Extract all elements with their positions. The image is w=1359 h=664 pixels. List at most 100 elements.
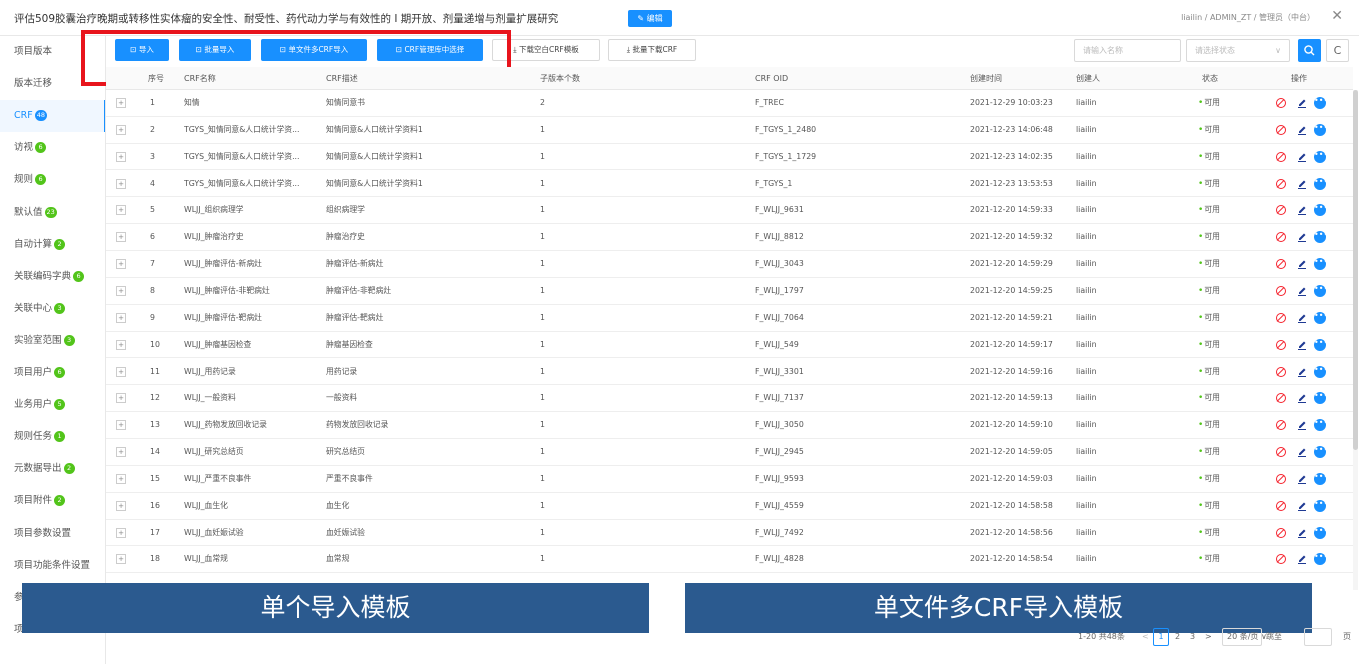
table-row[interactable]: +18 WLJJ_血常规 血常规 1 F_WLJJ_4828 2021-12-20 14:…: [106, 546, 1353, 574]
sidebar-item-2[interactable]: CRF 48: [0, 100, 105, 133]
disable-icon[interactable]: [1276, 285, 1286, 296]
prev-page-button[interactable]: <: [1142, 628, 1149, 646]
more-icon[interactable]: •••: [1314, 311, 1328, 324]
scrollbar-thumb[interactable]: [1353, 90, 1358, 450]
more-icon[interactable]: •••: [1314, 472, 1328, 485]
more-icon[interactable]: •••: [1314, 284, 1328, 297]
sidebar-item-9[interactable]: 实验室范围 3: [0, 325, 105, 357]
expand-row-icon[interactable]: +: [116, 178, 126, 189]
sidebar-item-14[interactable]: 项目附件 2: [0, 485, 105, 517]
edit-icon[interactable]: [1296, 366, 1308, 378]
expand-row-icon[interactable]: +: [116, 151, 126, 162]
table-row[interactable]: +1 知情 知情同意书 2 F_TREC 2021-12-29 10:03:23 liail…: [106, 90, 1353, 117]
table-row[interactable]: +10 WLJJ_肿瘤基因检查 肿瘤基因检查 1 F_WLJJ_549 2021-12-2…: [106, 332, 1353, 359]
more-icon[interactable]: •••: [1314, 365, 1328, 378]
more-icon[interactable]: •••: [1314, 338, 1328, 351]
edit-icon[interactable]: [1296, 553, 1308, 565]
close-icon[interactable]: ✕: [1331, 8, 1343, 24]
page-3-button[interactable]: 3: [1190, 628, 1195, 646]
refresh-button[interactable]: C: [1326, 39, 1349, 62]
disable-icon[interactable]: [1276, 473, 1286, 484]
edit-icon[interactable]: [1296, 312, 1308, 324]
more-icon[interactable]: •••: [1314, 392, 1328, 405]
table-row[interactable]: +3 TGYS_知情同意&人口统计学资... 知情同意&人口统计学资料1 1 F_TGY…: [106, 144, 1353, 171]
disable-icon[interactable]: [1276, 124, 1286, 135]
sidebar-item-11[interactable]: 业务用户 5: [0, 389, 105, 421]
disable-icon[interactable]: [1276, 98, 1286, 108]
disable-icon[interactable]: [1276, 205, 1286, 216]
edit-project-button[interactable]: ✎ 编辑: [628, 10, 672, 27]
expand-row-icon[interactable]: +: [116, 473, 126, 484]
edit-icon[interactable]: [1296, 151, 1308, 163]
disable-icon[interactable]: [1276, 500, 1286, 511]
expand-row-icon[interactable]: +: [116, 420, 126, 431]
expand-row-icon[interactable]: +: [116, 259, 126, 270]
table-row[interactable]: +9 WLJJ_肿瘤评估-靶病灶 肿瘤评估-靶病灶 1 F_WLJJ_7064 2021-…: [106, 305, 1353, 332]
sidebar-item-12[interactable]: 规则任务 1: [0, 421, 105, 453]
disable-icon[interactable]: [1276, 447, 1286, 458]
page-1-button[interactable]: 1: [1153, 628, 1169, 646]
sidebar-item-13[interactable]: 元数据导出 2: [0, 453, 105, 485]
sidebar-item-7[interactable]: 关联编码字典 6: [0, 261, 105, 293]
more-icon[interactable]: •••: [1314, 123, 1328, 136]
expand-row-icon[interactable]: +: [116, 312, 126, 323]
table-row[interactable]: +4 TGYS_知情同意&人口统计学资... 知情同意&人口统计学资料1 1 F_TGY…: [106, 171, 1353, 198]
expand-row-icon[interactable]: +: [116, 339, 126, 350]
more-icon[interactable]: •••: [1314, 526, 1328, 539]
expand-row-icon[interactable]: +: [116, 527, 126, 538]
table-row[interactable]: +12 WLJJ_一般资料 一般资料 1 F_WLJJ_7137 2021-12-20 1…: [106, 385, 1353, 413]
more-icon[interactable]: •••: [1314, 231, 1328, 244]
status-select[interactable]: 请选择状态 ∨: [1186, 39, 1290, 62]
disable-icon[interactable]: [1276, 420, 1286, 431]
page-size-select[interactable]: 20 条/页 ∨: [1222, 628, 1267, 646]
more-icon[interactable]: •••: [1314, 150, 1328, 163]
expand-row-icon[interactable]: +: [116, 500, 126, 511]
disable-icon[interactable]: [1276, 527, 1286, 538]
disable-icon[interactable]: [1276, 393, 1286, 404]
expand-row-icon[interactable]: +: [116, 205, 126, 216]
edit-icon[interactable]: [1296, 527, 1308, 539]
page-2-button[interactable]: 2: [1175, 628, 1180, 646]
sidebar-item-5[interactable]: 默认值 23: [0, 197, 105, 229]
disable-icon[interactable]: [1276, 178, 1286, 189]
next-page-button[interactable]: >: [1205, 628, 1212, 646]
edit-icon[interactable]: [1296, 500, 1308, 512]
sidebar-item-3[interactable]: 访视 6: [0, 132, 105, 164]
table-row[interactable]: +16 WLJJ_血生化 血生化 1 F_WLJJ_4559 2021-12-20 14:…: [106, 493, 1353, 520]
batch-download-button[interactable]: ⤓ 批量下载CRF: [608, 39, 696, 61]
search-button[interactable]: [1298, 39, 1321, 62]
sidebar-item-8[interactable]: 关联中心 3: [0, 293, 105, 325]
edit-icon[interactable]: [1296, 231, 1308, 243]
edit-icon[interactable]: [1296, 124, 1308, 136]
expand-row-icon[interactable]: +: [116, 554, 126, 565]
table-row[interactable]: +15 WLJJ_严重不良事件 严重不良事件 1 F_WLJJ_9593 2021-12-…: [106, 466, 1353, 493]
edit-icon[interactable]: [1296, 392, 1308, 404]
sidebar-item-6[interactable]: 自动计算 2: [0, 229, 105, 261]
sidebar-item-10[interactable]: 项目用户 6: [0, 357, 105, 389]
edit-icon[interactable]: [1296, 204, 1308, 216]
table-row[interactable]: +13 WLJJ_药物发放回收记录 药物发放回收记录 1 F_WLJJ_3050 2021…: [106, 412, 1353, 439]
edit-icon[interactable]: [1296, 285, 1308, 297]
table-row[interactable]: +7 WLJJ_肿瘤评估-新病灶 肿瘤评估-新病灶 1 F_WLJJ_3043 2021-…: [106, 251, 1353, 278]
edit-icon[interactable]: [1296, 339, 1308, 351]
table-row[interactable]: +8 WLJJ_肿瘤评估-非靶病灶 肿瘤评估-非靶病灶 1 F_WLJJ_1797 202…: [106, 278, 1353, 305]
more-icon[interactable]: •••: [1314, 204, 1328, 217]
expand-row-icon[interactable]: +: [116, 285, 126, 296]
sidebar-item-4[interactable]: 规则 6: [0, 164, 105, 196]
expand-row-icon[interactable]: +: [116, 98, 126, 108]
expand-row-icon[interactable]: +: [116, 393, 126, 404]
more-icon[interactable]: •••: [1314, 97, 1328, 109]
disable-icon[interactable]: [1276, 259, 1286, 270]
edit-icon[interactable]: [1296, 178, 1308, 190]
disable-icon[interactable]: [1276, 151, 1286, 162]
table-row[interactable]: +2 TGYS_知情同意&人口统计学资... 知情同意&人口统计学资料1 1 F_TGY…: [106, 117, 1353, 144]
expand-row-icon[interactable]: +: [116, 366, 126, 377]
name-search-input[interactable]: 请输入名称: [1074, 39, 1181, 62]
edit-icon[interactable]: [1296, 473, 1308, 485]
more-icon[interactable]: •••: [1314, 499, 1328, 512]
table-row[interactable]: +17 WLJJ_血妊娠试验 血妊娠试验 1 F_WLJJ_7492 2021-12-20…: [106, 520, 1353, 547]
more-icon[interactable]: •••: [1314, 553, 1328, 566]
table-row[interactable]: +11 WLJJ_用药记录 用药记录 1 F_WLJJ_3301 2021-12-20 1…: [106, 359, 1353, 386]
expand-row-icon[interactable]: +: [116, 447, 126, 458]
more-icon[interactable]: •••: [1314, 446, 1328, 459]
